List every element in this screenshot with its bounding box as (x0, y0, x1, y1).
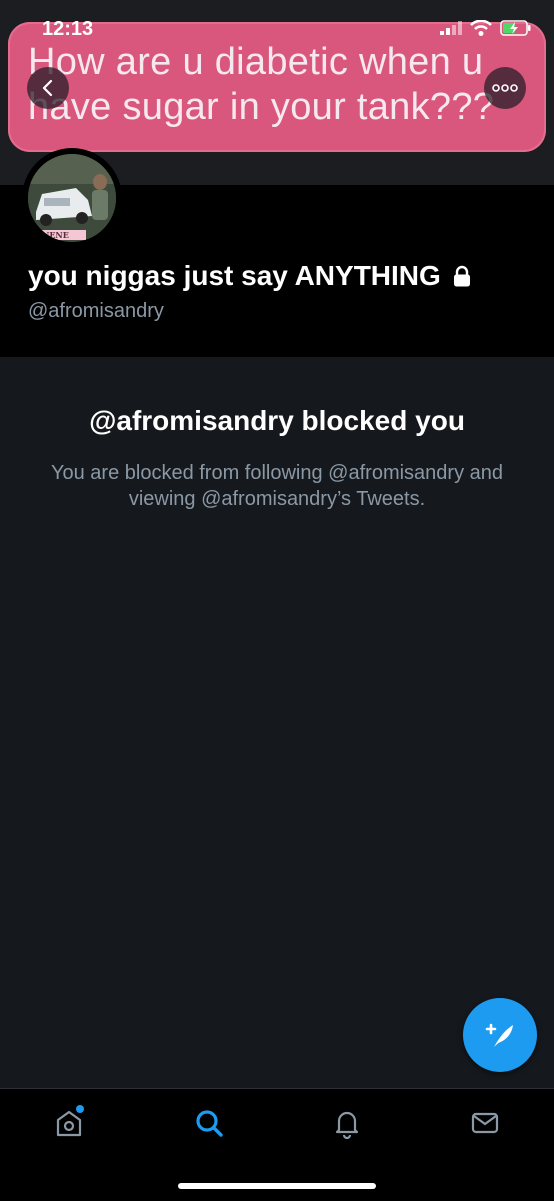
banner-text: How are u diabetic when u have sugar in … (28, 41, 495, 128)
blocked-description: You are blocked from following @afromisa… (50, 462, 504, 510)
compose-feather-icon (485, 1023, 513, 1047)
mail-icon (471, 1112, 499, 1134)
tab-home[interactable] (44, 1103, 94, 1143)
status-icons (440, 20, 532, 36)
lock-icon (453, 265, 470, 287)
wifi-icon (470, 20, 492, 36)
new-tweets-dot (76, 1105, 84, 1113)
chevron-left-icon (42, 79, 53, 97)
battery-charging-icon (500, 20, 531, 36)
cellular-signal-icon (440, 21, 462, 35)
more-options-button[interactable] (484, 67, 526, 109)
status-bar: 12:13 (0, 0, 554, 44)
tab-notifications[interactable] (322, 1103, 372, 1143)
avatar-image: NENE (28, 154, 116, 242)
home-indicator[interactable] (178, 1183, 376, 1189)
more-dots-icon (492, 84, 518, 92)
tab-messages[interactable] (460, 1103, 510, 1143)
tab-search[interactable] (184, 1103, 234, 1143)
bell-icon (335, 1111, 359, 1139)
back-button[interactable] (27, 67, 69, 109)
display-name: you niggas just say ANYTHING (28, 260, 473, 292)
avatar-caption: NENE (42, 230, 69, 240)
profile-handle: @afromisandry (28, 300, 164, 322)
display-name-text: you niggas just say ANYTHING (28, 260, 441, 291)
status-time: 12:13 (42, 18, 94, 40)
search-icon (196, 1110, 223, 1137)
avatar-photo: NENE (28, 154, 116, 242)
compose-tweet-button[interactable] (463, 998, 537, 1072)
avatar[interactable]: NENE (22, 148, 122, 248)
blocked-title: @afromisandry blocked you (89, 405, 465, 436)
